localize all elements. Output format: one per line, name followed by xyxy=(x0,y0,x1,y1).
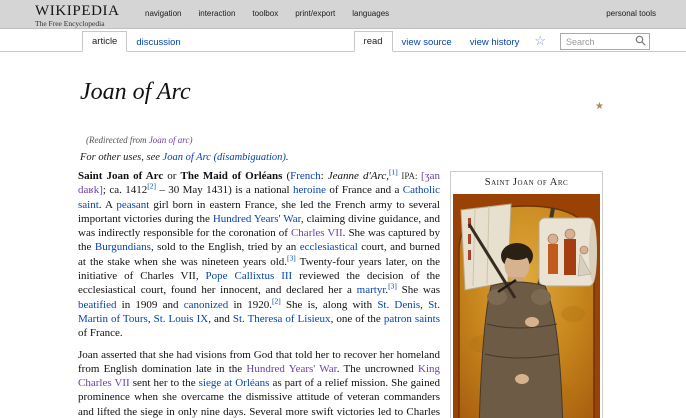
text-span: The Maid of Orléans xyxy=(180,170,283,182)
text-span: : xyxy=(320,170,328,182)
scroll-with-saints xyxy=(538,217,597,287)
article-main: Joan of Arc ★ (Redirected from Joan of a… xyxy=(0,78,686,418)
wiki-link[interactable]: Burgundians xyxy=(95,241,151,253)
text-span: or xyxy=(163,170,181,182)
hatnote-suffix: . xyxy=(285,152,289,163)
view-tab-links: read view source view history xyxy=(353,31,529,52)
reference-citation-link[interactable]: [1] xyxy=(389,167,398,176)
tab-read[interactable]: read xyxy=(353,31,393,52)
top-header-bar: WIKIPEDIA The Free Encyclopedia navigati… xyxy=(0,0,686,29)
reference-citation-link[interactable]: [2] xyxy=(272,296,281,305)
wiki-link[interactable]: St. Louis IX xyxy=(154,313,209,325)
nav-item-languages[interactable]: languages xyxy=(352,9,389,18)
nav-item-interaction[interactable]: interaction xyxy=(198,9,235,18)
text-span: in 1909 and xyxy=(116,298,184,311)
reference-citation-link[interactable]: [3] xyxy=(388,282,397,291)
reference-citation-link[interactable]: [3] xyxy=(287,253,296,262)
text-span: Jeanne d'Arc xyxy=(327,170,387,182)
wiki-link[interactable]: siege at Orléans xyxy=(199,377,270,389)
logo-tagline: The Free Encyclopedia xyxy=(35,19,105,28)
joan-of-arc-painting-image[interactable] xyxy=(453,194,600,418)
wiki-link[interactable]: Hundred Years' War xyxy=(246,363,336,375)
infobox-saint-joan-of-arc: Saint Joan of Arc xyxy=(450,171,603,418)
text-span: . The uncrowned xyxy=(336,362,418,375)
top-navigation-menu: navigation interaction toolbox print/export… xyxy=(145,9,389,18)
wiki-link[interactable]: beatified xyxy=(78,299,116,311)
text-span: ( xyxy=(282,170,291,182)
wiki-link[interactable]: canonized xyxy=(184,299,229,311)
wiki-link[interactable]: martyr xyxy=(357,284,386,296)
featured-article-star-icon[interactable]: ★ xyxy=(595,101,604,112)
redirect-note: (Redirected from Joan of arc) xyxy=(86,135,686,145)
text-span: She is, along with xyxy=(280,298,378,311)
text-span: of France and a xyxy=(325,184,403,197)
wiki-link[interactable]: patron saints xyxy=(384,313,440,325)
page-tabs-row: article discussion read view source view hi… xyxy=(0,29,686,52)
text-span: She was xyxy=(396,284,441,297)
tab-discussion[interactable]: discussion xyxy=(127,33,189,52)
text-span: . A xyxy=(98,198,117,211)
text-span: Saint Joan of Arc xyxy=(78,170,164,182)
wiki-link[interactable]: ecclesiastical xyxy=(300,241,358,253)
text-span: , sold to the English, tried by an xyxy=(150,241,300,254)
text-span: IPA: xyxy=(397,171,422,181)
tab-view-source[interactable]: view source xyxy=(393,33,461,52)
view-tabs: read view source view history ☆ xyxy=(353,31,650,52)
text-span: , and xyxy=(208,312,233,325)
redirect-note-prefix: (Redirected from xyxy=(86,135,149,145)
text-span: in 1920. xyxy=(228,298,272,311)
namespace-tabs: article discussion xyxy=(82,31,190,52)
article-content: Saint Joan of Arc Saint Joan of Arc or T… xyxy=(78,167,603,418)
disambiguation-link[interactable]: Joan of Arc (disambiguation) xyxy=(163,152,286,163)
wiki-link[interactable]: Charles VII xyxy=(291,227,343,239)
wiki-link[interactable]: French xyxy=(290,170,321,182)
wiki-link[interactable]: Hundred Years' War xyxy=(213,213,301,225)
infobox-title: Saint Joan of Arc xyxy=(484,177,569,188)
hatnote-prefix: For other uses, see xyxy=(80,152,163,163)
text-span: – 30 May 1431) is a national xyxy=(156,184,293,197)
text-span: , one of the xyxy=(330,312,384,325)
nav-item-navigation[interactable]: navigation xyxy=(145,9,181,18)
wikipedia-logo[interactable]: WIKIPEDIA The Free Encyclopedia xyxy=(35,3,120,28)
personal-tools-link[interactable]: personal tools xyxy=(606,9,656,18)
redirect-note-suffix: ) xyxy=(189,135,193,145)
nav-item-toolbox[interactable]: toolbox xyxy=(252,9,278,18)
text-span: of France. xyxy=(78,327,123,340)
redirect-source-link[interactable]: Joan of arc xyxy=(149,135,190,145)
text-span: ; ca. 1412 xyxy=(102,184,148,197)
text-span: sent her to the xyxy=(129,377,199,390)
reference-citation-link[interactable]: [2] xyxy=(147,182,156,191)
wiki-link[interactable]: St. Denis xyxy=(377,299,420,311)
wiki-link[interactable]: St. Theresa of Lisieux xyxy=(233,313,331,325)
nav-item-print-export[interactable]: print/export xyxy=(295,9,335,18)
watchlist-star-icon[interactable]: ☆ xyxy=(528,32,552,52)
wikipedia-page: WIKIPEDIA The Free Encyclopedia navigati… xyxy=(0,0,686,418)
hatnote: For other uses, see Joan of Arc (disambi… xyxy=(80,152,686,163)
tab-view-history[interactable]: view history xyxy=(461,33,529,52)
search-box xyxy=(560,32,650,50)
search-icon[interactable] xyxy=(635,35,646,46)
wiki-link[interactable]: Pope Callixtus III xyxy=(206,270,293,282)
wiki-link[interactable]: heroine xyxy=(293,184,326,196)
text-span: , xyxy=(420,298,429,311)
logo-wordmark: WIKIPEDIA xyxy=(35,3,120,19)
tab-article[interactable]: article xyxy=(82,31,128,52)
wiki-link[interactable]: peasant xyxy=(116,199,149,211)
